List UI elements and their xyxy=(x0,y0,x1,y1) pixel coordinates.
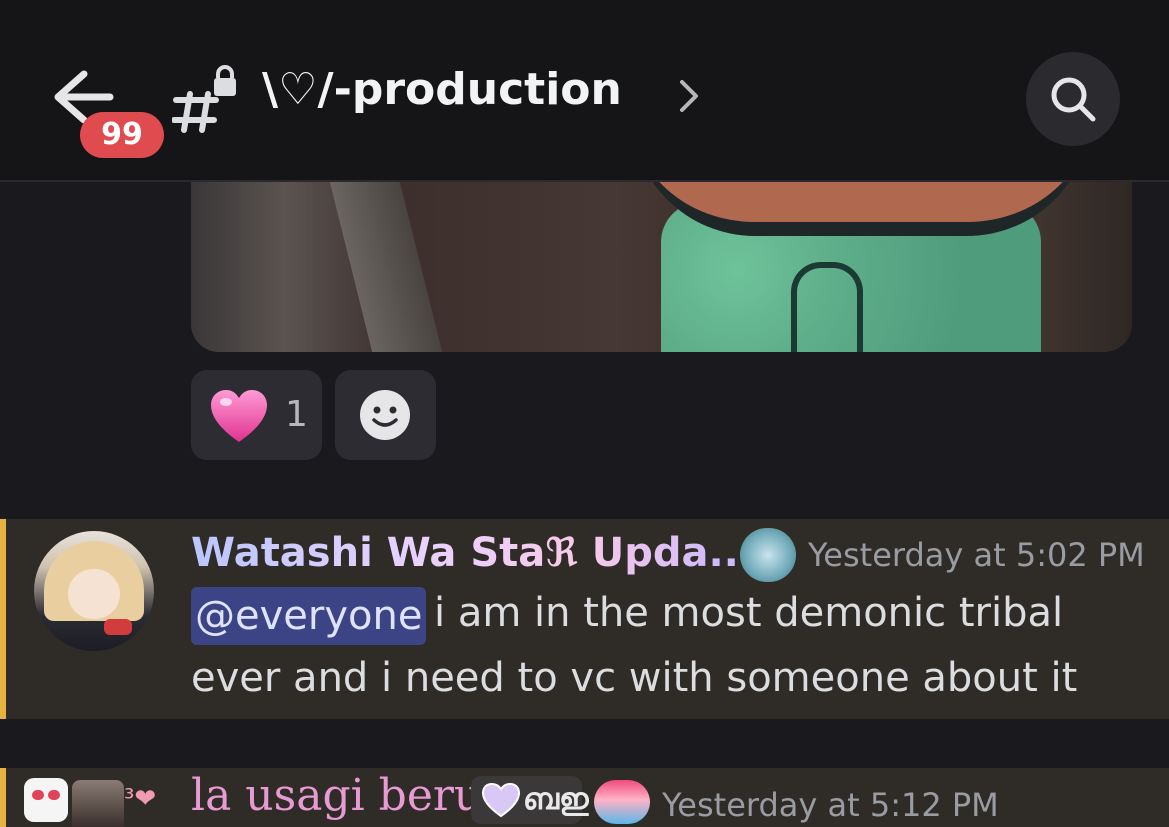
mention-highlight-bar xyxy=(0,768,6,827)
chevron-right-icon[interactable] xyxy=(676,78,702,114)
avatar-detail xyxy=(68,569,120,619)
stardew-role-icon[interactable] xyxy=(594,780,650,824)
search-button[interactable] xyxy=(1026,52,1120,146)
timestamp: Yesterday at 5:02 PM xyxy=(808,536,1145,574)
emoji-detail xyxy=(32,790,44,800)
pink-heart-emoji xyxy=(211,390,267,442)
attachment-detail xyxy=(791,262,863,352)
avatar[interactable] xyxy=(72,780,124,827)
message-text: i am in the most demonic tribal xyxy=(434,590,1064,636)
everyone-mention[interactable]: @everyone xyxy=(191,587,427,645)
reaction-count: 1 xyxy=(285,394,308,435)
avatar-decoration: ³❤ xyxy=(124,784,157,814)
add-reaction-button[interactable] xyxy=(335,370,436,460)
unread-badge: 99 xyxy=(80,112,164,158)
avatar-detail xyxy=(104,619,132,635)
locked-hashtag-icon xyxy=(171,64,242,134)
emoji-detail xyxy=(48,790,60,800)
character-role-icon[interactable] xyxy=(740,528,796,582)
lavender-heart-icon xyxy=(481,782,521,818)
mention-highlight-bar xyxy=(0,519,6,719)
heart-eyes-emoji-icon xyxy=(24,778,68,822)
role-tag[interactable]: ബഇ xyxy=(471,776,589,824)
reaction-pink-heart[interactable]: 1 xyxy=(191,370,322,460)
channel-header: 99 \♡/-production xyxy=(0,0,1169,182)
channel-name[interactable]: \♡/-production xyxy=(262,64,622,115)
attachment-detail xyxy=(329,182,443,352)
avatar[interactable] xyxy=(34,531,154,651)
username[interactable]: Watashi Wa Staℜ Upda... xyxy=(191,530,754,576)
add-reaction-smiley-icon xyxy=(360,390,410,440)
message-text: ever and i need to vc with someone about… xyxy=(191,655,1078,701)
username[interactable]: la usagi beru xyxy=(191,770,482,821)
search-icon xyxy=(1051,77,1096,122)
role-tag-text: ബഇ xyxy=(523,782,589,817)
timestamp: Yesterday at 5:12 PM xyxy=(662,786,999,824)
image-attachment[interactable] xyxy=(191,182,1132,352)
